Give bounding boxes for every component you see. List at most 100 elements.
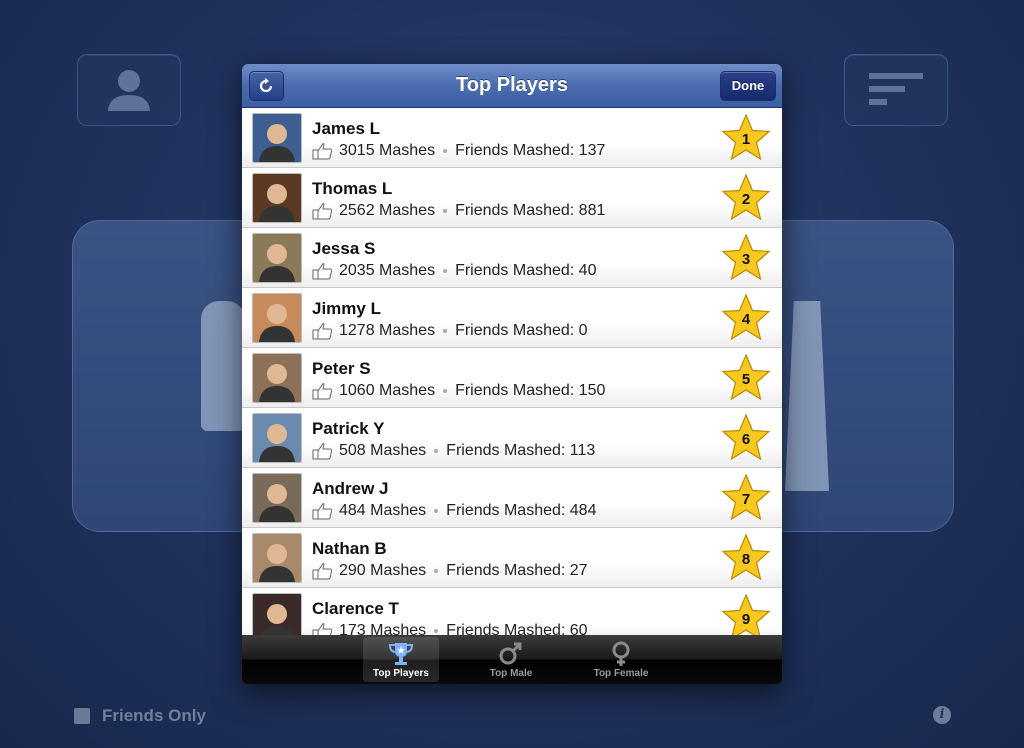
player-row[interactable]: Peter S 1060 Mashes Friends Mashed: 150 …: [242, 348, 782, 408]
bars-icon: [869, 73, 923, 105]
mash-count: 290 Mashes: [339, 562, 427, 579]
players-list[interactable]: James L 3015 Mashes Friends Mashed: 137 …: [242, 108, 782, 635]
tab-label: Top Players: [373, 668, 429, 679]
separator-dot: [443, 389, 448, 393]
player-row[interactable]: Clarence T 173 Mashes Friends Mashed: 60…: [242, 588, 782, 635]
friends-mashed: Friends Mashed: 60: [446, 622, 588, 635]
rank-number: 7: [741, 491, 751, 508]
tab-top-players[interactable]: Top Players: [363, 637, 439, 682]
separator-dot: [434, 629, 439, 633]
avatar: [252, 353, 302, 403]
female-symbol-icon: [583, 641, 659, 667]
mash-count: 2035 Mashes: [339, 262, 436, 279]
player-stats: 2562 Mashes Friends Mashed: 881: [312, 202, 605, 220]
player-stats: 484 Mashes Friends Mashed: 484: [312, 502, 596, 520]
player-row[interactable]: Jessa S 2035 Mashes Friends Mashed: 40 3: [242, 228, 782, 288]
separator-dot: [434, 509, 439, 513]
thumbs-up-icon: [312, 263, 333, 280]
separator-dot: [443, 209, 448, 213]
info-icon[interactable]: i: [933, 706, 951, 724]
separator-dot: [443, 149, 448, 153]
mash-count: 173 Mashes: [339, 622, 427, 635]
player-stats: 508 Mashes Friends Mashed: 113: [312, 442, 595, 460]
rank-star-icon: 1: [720, 113, 772, 163]
player-row[interactable]: James L 3015 Mashes Friends Mashed: 137 …: [242, 108, 782, 168]
rank-number: 6: [741, 431, 751, 448]
player-name: Jimmy L: [312, 299, 381, 318]
done-button[interactable]: Done: [720, 71, 776, 101]
friends-mashed: Friends Mashed: 137: [455, 142, 606, 159]
separator-dot: [434, 569, 439, 573]
player-stats: 1278 Mashes Friends Mashed: 0: [312, 322, 588, 340]
player-row[interactable]: Nathan B 290 Mashes Friends Mashed: 27 8: [242, 528, 782, 588]
friends-mashed: Friends Mashed: 113: [446, 442, 596, 459]
avatar: [252, 413, 302, 463]
friends-mashed: Friends Mashed: 881: [455, 202, 606, 219]
friends-mashed: Friends Mashed: 27: [446, 562, 588, 579]
friends-mashed: Friends Mashed: 484: [446, 502, 597, 519]
player-stats: 3015 Mashes Friends Mashed: 137: [312, 142, 605, 160]
friends-only-toggle[interactable]: Friends Only: [74, 706, 206, 726]
person-icon: [108, 70, 150, 111]
mash-count: 2562 Mashes: [339, 202, 436, 219]
player-row[interactable]: Jimmy L 1278 Mashes Friends Mashed: 0 4: [242, 288, 782, 348]
rank-number: 1: [741, 131, 751, 148]
player-row[interactable]: Patrick Y 508 Mashes Friends Mashed: 113…: [242, 408, 782, 468]
mash-count: 508 Mashes: [339, 442, 427, 459]
player-name: Patrick Y: [312, 419, 385, 438]
player-name: Thomas L: [312, 179, 393, 198]
separator-dot: [443, 269, 448, 273]
tab-label: Top Female: [593, 668, 649, 679]
friends-mashed: Friends Mashed: 40: [455, 262, 597, 279]
friends-mashed: Friends Mashed: 0: [455, 322, 588, 339]
tab-top-female[interactable]: Top Female: [583, 637, 659, 682]
player-row[interactable]: Thomas L 2562 Mashes Friends Mashed: 881…: [242, 168, 782, 228]
friends-mashed: Friends Mashed: 150: [455, 382, 606, 399]
navigation-bar: Top Players Done: [242, 64, 782, 108]
tab-label: Top Male: [489, 668, 533, 679]
player-name: Jessa S: [312, 239, 376, 258]
rank-star-icon: 7: [720, 473, 772, 523]
avatar: [252, 173, 302, 223]
rank-star-icon: 9: [720, 593, 772, 635]
profile-button[interactable]: [77, 54, 181, 126]
thumbs-up-icon: [312, 143, 333, 160]
tab-bar: Top Players Top Male Top Female: [242, 635, 782, 684]
separator-dot: [434, 449, 439, 453]
thumbs-up-icon: [312, 443, 333, 460]
male-figure-icon: [201, 301, 245, 431]
rank-number: 3: [741, 251, 751, 268]
tab-top-male[interactable]: Top Male: [473, 637, 549, 682]
rank-number: 4: [741, 311, 751, 328]
thumbs-up-icon: [312, 203, 333, 220]
avatar: [252, 113, 302, 163]
rank-number: 9: [741, 611, 751, 628]
rank-number: 2: [741, 191, 751, 208]
player-name: Clarence T: [312, 599, 399, 618]
avatar: [252, 233, 302, 283]
player-stats: 1060 Mashes Friends Mashed: 150: [312, 382, 605, 400]
trophy-icon: [363, 641, 439, 667]
mash-count: 1278 Mashes: [339, 322, 436, 339]
rank-star-icon: 8: [720, 533, 772, 583]
separator-dot: [443, 329, 448, 333]
menu-button[interactable]: [844, 54, 948, 126]
player-name: Peter S: [312, 359, 371, 378]
checkbox[interactable]: [74, 708, 90, 724]
rank-star-icon: 2: [720, 173, 772, 223]
avatar: [252, 533, 302, 583]
player-name: James L: [312, 119, 381, 138]
thumbs-up-icon: [312, 623, 333, 635]
player-name: Nathan B: [312, 539, 387, 558]
avatar: [252, 473, 302, 523]
player-row[interactable]: Andrew J 484 Mashes Friends Mashed: 484 …: [242, 468, 782, 528]
player-stats: 290 Mashes Friends Mashed: 27: [312, 562, 588, 580]
rank-number: 5: [741, 371, 751, 388]
thumbs-up-icon: [312, 323, 333, 340]
avatar: [252, 593, 302, 635]
top-players-popover: Top Players Done James L 3015 Mashes Fri…: [242, 64, 782, 684]
player-stats: 2035 Mashes Friends Mashed: 40: [312, 262, 596, 280]
rank-number: 8: [741, 551, 751, 568]
player-name: Andrew J: [312, 479, 389, 498]
rank-star-icon: 3: [720, 233, 772, 283]
